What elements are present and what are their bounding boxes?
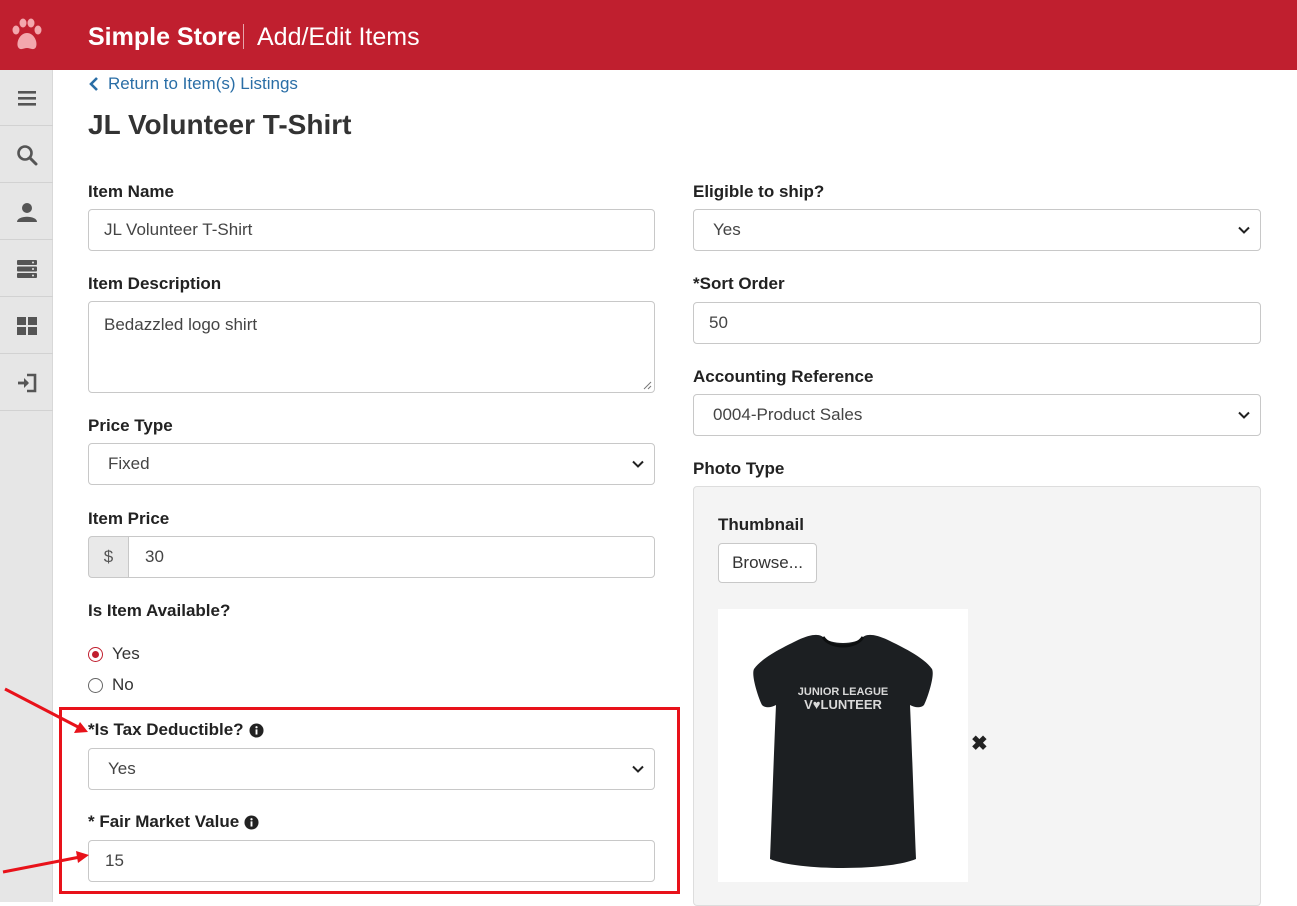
accounting-reference-label: Accounting Reference bbox=[693, 367, 874, 386]
item-name-input[interactable]: JL Volunteer T-Shirt bbox=[88, 209, 655, 251]
chevron-down-icon bbox=[1238, 411, 1250, 419]
sidebar-item-menu[interactable] bbox=[0, 70, 53, 126]
sort-order-label: *Sort Order bbox=[693, 274, 785, 293]
accounting-reference-value: 0004-Product Sales bbox=[713, 405, 863, 424]
chevron-down-icon bbox=[632, 460, 644, 468]
dashboard-icon bbox=[16, 316, 37, 335]
user-icon bbox=[16, 202, 37, 222]
is-available-no-label: No bbox=[112, 675, 134, 694]
chevron-down-icon bbox=[1238, 226, 1250, 234]
sign-in-icon bbox=[17, 373, 36, 392]
return-link-label: Return to Item(s) Listings bbox=[108, 74, 298, 93]
chevron-left-icon bbox=[89, 77, 98, 91]
paw-logo-icon[interactable] bbox=[11, 18, 43, 54]
sort-order-input[interactable]: 50 bbox=[693, 302, 1261, 344]
server-icon bbox=[16, 259, 37, 278]
search-icon bbox=[16, 144, 37, 165]
item-description-label: Item Description bbox=[88, 274, 222, 293]
section-title: Add/Edit Items bbox=[257, 23, 420, 51]
is-available-label: Is Item Available? bbox=[88, 601, 231, 620]
is-available-yes-radio[interactable]: Yes bbox=[88, 643, 140, 665]
is-available-no-radio[interactable]: No bbox=[88, 674, 134, 696]
thumbnail-label: Thumbnail bbox=[718, 515, 804, 534]
title-divider bbox=[243, 24, 244, 49]
photo-type-label: Photo Type bbox=[693, 459, 785, 478]
eligible-to-ship-value: Yes bbox=[713, 220, 741, 239]
app-title[interactable]: Simple Store bbox=[88, 20, 241, 54]
accounting-reference-select[interactable]: 0004-Product Sales bbox=[693, 394, 1261, 436]
return-to-listings-link[interactable]: Return to Item(s) Listings bbox=[88, 73, 298, 95]
is-available-yes-label: Yes bbox=[112, 644, 140, 663]
resize-grip-icon[interactable] bbox=[642, 380, 652, 390]
eligible-to-ship-label: Eligible to ship? bbox=[693, 182, 825, 201]
page-title: JL Volunteer T-Shirt bbox=[88, 109, 352, 140]
tshirt-image: JUNIOR LEAGUE V♥LUNTEER bbox=[753, 634, 933, 868]
sidebar-item-server[interactable] bbox=[0, 241, 53, 297]
top-bar: Simple Store Add/Edit Items bbox=[0, 0, 1297, 70]
sidebar bbox=[0, 70, 53, 902]
thumbnail-image: JUNIOR LEAGUE V♥LUNTEER bbox=[718, 609, 968, 882]
eligible-to-ship-select[interactable]: Yes bbox=[693, 209, 1261, 251]
radio-unselected-icon[interactable] bbox=[88, 677, 103, 693]
price-type-value: Fixed bbox=[108, 454, 150, 473]
remove-photo-button[interactable]: ✖ bbox=[971, 734, 988, 754]
menu-icon bbox=[17, 90, 36, 106]
shirt-print-line2: V♥LUNTEER bbox=[804, 697, 882, 712]
sidebar-item-user[interactable] bbox=[0, 184, 53, 240]
sidebar-item-dashboard[interactable] bbox=[0, 298, 53, 354]
item-name-label: Item Name bbox=[88, 182, 174, 201]
annotation-highlight-box bbox=[59, 707, 680, 894]
sidebar-item-search[interactable] bbox=[0, 127, 53, 183]
item-description-value: Bedazzled logo shirt bbox=[104, 315, 258, 334]
item-price-input[interactable]: 30 bbox=[128, 536, 655, 578]
sidebar-item-sign-in[interactable] bbox=[0, 355, 53, 411]
currency-addon: $ bbox=[88, 536, 129, 578]
price-type-label: Price Type bbox=[88, 416, 173, 435]
item-price-label: Item Price bbox=[88, 509, 170, 528]
radio-selected-icon[interactable] bbox=[88, 646, 103, 662]
item-description-textarea[interactable]: Bedazzled logo shirt bbox=[88, 301, 655, 393]
price-type-select[interactable]: Fixed bbox=[88, 443, 655, 485]
browse-button[interactable]: Browse... bbox=[718, 543, 817, 583]
